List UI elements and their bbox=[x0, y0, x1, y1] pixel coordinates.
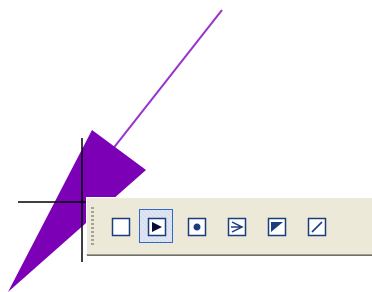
drawing-canvas[interactable] bbox=[0, 0, 372, 292]
play-arrow-button[interactable] bbox=[139, 209, 173, 243]
diagonal-line-button[interactable] bbox=[299, 209, 333, 243]
filled-triangle-icon bbox=[267, 217, 287, 237]
diagonal-line-icon bbox=[307, 217, 327, 237]
dot-in-box-icon bbox=[187, 217, 207, 237]
diagonal-line[interactable] bbox=[111, 9, 223, 151]
filled-triangle-button[interactable] bbox=[259, 209, 293, 243]
circle-dot-button[interactable] bbox=[179, 209, 213, 243]
square-shape-button[interactable] bbox=[103, 209, 137, 243]
arrow-right-button[interactable] bbox=[219, 209, 253, 243]
square-outline-icon bbox=[111, 217, 131, 237]
shape-toolbar bbox=[86, 197, 372, 255]
play-arrow-icon bbox=[147, 217, 167, 237]
toolbar-grip-handle[interactable] bbox=[91, 207, 94, 245]
right-arrow-icon bbox=[227, 217, 247, 237]
